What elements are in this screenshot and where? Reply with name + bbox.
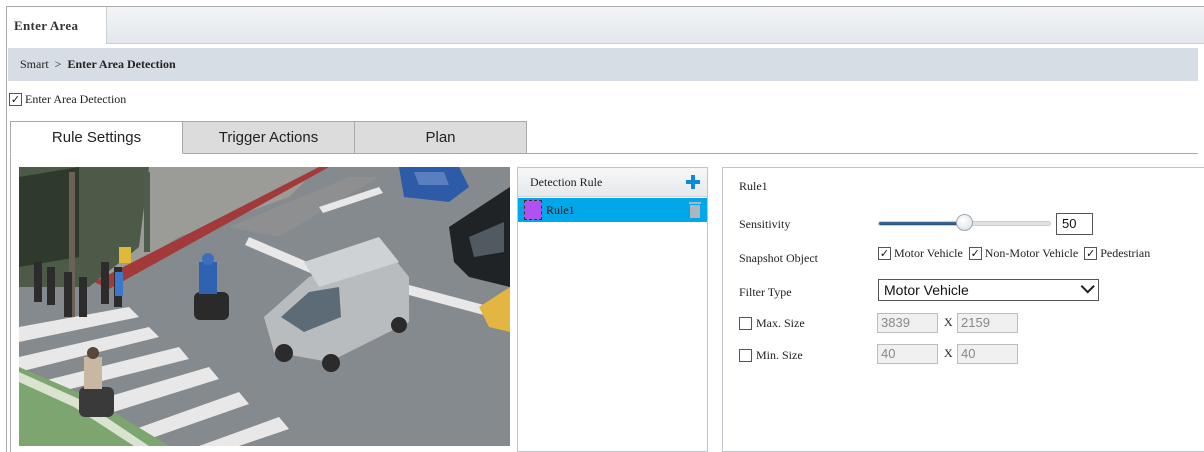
snapshot-motor-vehicle-label: Motor Vehicle xyxy=(894,246,963,260)
snapshot-non-motor-vehicle-label: Non-Motor Vehicle xyxy=(984,246,1079,260)
max-size-row: Max. Size xyxy=(739,316,805,331)
max-size-checkbox[interactable] xyxy=(739,317,752,330)
tab-panel-left-border xyxy=(10,153,11,452)
min-size-height-input[interactable]: 40 xyxy=(957,344,1018,364)
camera-scene-image xyxy=(19,167,510,446)
detection-rule-header: Detection Rule xyxy=(518,168,707,197)
min-size-row: Min. Size xyxy=(739,348,803,363)
snapshot-pedestrian-checkbox[interactable]: ✓ xyxy=(1084,247,1098,260)
tab-enter-area[interactable]: Enter Area xyxy=(7,7,107,44)
enable-detection-label: Enter Area Detection xyxy=(25,91,127,106)
breadcrumb: Smart > Enter Area Detection xyxy=(8,48,1198,81)
snapshot-motor-vehicle-checkbox[interactable]: ✓ xyxy=(878,247,891,260)
rule-list-item[interactable]: Rule1 xyxy=(518,198,707,222)
snapshot-pedestrian-option[interactable]: ✓ Pedestrian xyxy=(1084,246,1150,261)
tab-trigger-actions[interactable]: Trigger Actions xyxy=(182,121,355,154)
tab-panel-border xyxy=(10,153,1198,154)
snapshot-pedestrian-label: Pedestrian xyxy=(1100,246,1151,260)
chevron-down-icon xyxy=(1080,279,1095,294)
filter-type-select[interactable]: Motor Vehicle xyxy=(878,279,1099,301)
max-size-separator: X xyxy=(944,315,953,329)
snapshot-object-options: ✓ Motor Vehicle ✓ Non-Motor Vehicle ✓ Pe… xyxy=(878,246,1156,261)
enable-detection-row: ✓ Enter Area Detection xyxy=(9,91,126,107)
rule-settings-panel: Rule1 Sensitivity 50 Snapshot Object ✓ M… xyxy=(722,167,1204,452)
detection-rule-list: Detection Rule Rule1 xyxy=(517,167,708,452)
rule-title: Rule1 xyxy=(739,179,768,193)
rule-color-swatch[interactable] xyxy=(524,200,542,220)
snapshot-non-motor-vehicle-checkbox[interactable]: ✓ xyxy=(968,247,982,260)
trash-icon[interactable] xyxy=(689,202,701,218)
breadcrumb-separator: > xyxy=(54,57,62,71)
detection-rule-title: Detection Rule xyxy=(530,175,603,189)
rule-name: Rule1 xyxy=(546,203,575,217)
sensitivity-slider-thumb[interactable] xyxy=(956,214,973,231)
snapshot-motor-vehicle-option[interactable]: ✓ Motor Vehicle xyxy=(878,246,963,261)
min-size-separator: X xyxy=(944,346,953,360)
sensitivity-label: Sensitivity xyxy=(739,217,791,231)
min-size-checkbox[interactable] xyxy=(739,349,752,362)
filter-type-label: Filter Type xyxy=(739,285,792,299)
snapshot-non-motor-vehicle-option[interactable]: ✓ Non-Motor Vehicle xyxy=(968,246,1079,261)
max-size-label: Max. Size xyxy=(756,316,805,330)
tab-plan[interactable]: Plan xyxy=(354,121,527,154)
min-size-label: Min. Size xyxy=(756,348,803,362)
filter-type-value: Motor Vehicle xyxy=(884,282,969,298)
sensitivity-slider-fill xyxy=(879,222,965,225)
top-tab-bar: Enter Area xyxy=(7,7,1204,44)
tab-rule-settings[interactable]: Rule Settings xyxy=(10,121,183,154)
camera-preview[interactable] xyxy=(19,167,510,446)
snapshot-object-label: Snapshot Object xyxy=(739,251,818,265)
breadcrumb-current: Enter Area Detection xyxy=(67,57,176,71)
max-size-height-input[interactable]: 2159 xyxy=(957,313,1018,333)
breadcrumb-root[interactable]: Smart xyxy=(20,57,49,71)
plus-icon[interactable] xyxy=(685,174,701,190)
max-size-width-input[interactable]: 3839 xyxy=(877,313,938,333)
sensitivity-input[interactable]: 50 xyxy=(1056,213,1093,235)
min-size-width-input[interactable]: 40 xyxy=(877,344,938,364)
settings-tabs: Rule Settings Trigger Actions Plan xyxy=(10,121,527,154)
enable-detection-checkbox[interactable]: ✓ xyxy=(9,92,22,106)
